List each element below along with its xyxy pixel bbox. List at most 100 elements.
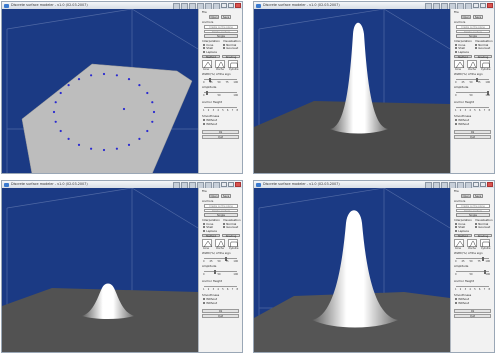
save-button[interactable]: Save (473, 15, 483, 19)
visual-radio[interactable] (223, 226, 226, 229)
single-button[interactable]: Single (204, 213, 238, 217)
3d-viewport[interactable] (254, 188, 450, 352)
anchor-point[interactable] (77, 143, 81, 146)
visual-radio[interactable] (223, 222, 226, 225)
visual-option[interactable]: Gouraud (475, 226, 490, 229)
visual-radio[interactable] (475, 47, 478, 50)
create-anchors-field[interactable]: Create on the plane (204, 25, 238, 29)
anchor-point[interactable] (67, 84, 70, 87)
anchor-point[interactable] (152, 110, 156, 114)
anchor-height-slider[interactable] (456, 286, 489, 287)
quit-button[interactable]: Quit (202, 314, 239, 318)
visual-radio[interactable] (223, 47, 226, 50)
create-anchors-field[interactable]: Create on the plane (204, 204, 238, 208)
method-tab[interactable]: Method (454, 55, 472, 59)
anchor-point[interactable] (77, 78, 81, 81)
delete-anchors-field[interactable]: Delete anchors (204, 29, 238, 33)
profile-cloche-option[interactable] (215, 59, 226, 68)
single-button[interactable]: Single (456, 34, 490, 38)
anchor-point[interactable] (52, 110, 56, 114)
profile-cone-option[interactable] (454, 59, 465, 68)
maximize-icon[interactable] (480, 182, 486, 187)
save-button[interactable]: Save (221, 15, 231, 19)
open-button[interactable]: Open (209, 15, 219, 19)
close-icon[interactable] (235, 182, 241, 187)
create-anchors-field[interactable]: Create on the plane (456, 25, 490, 29)
width-slider[interactable] (204, 256, 237, 261)
interp-radio[interactable] (203, 43, 206, 46)
anchor-height-slider[interactable] (204, 107, 237, 108)
width-slider[interactable] (456, 77, 489, 82)
method-tab[interactable]: Method (202, 55, 220, 59)
amplitude-slider[interactable] (456, 269, 489, 274)
profile-cylindre-option[interactable] (228, 59, 239, 68)
maximize-icon[interactable] (480, 3, 486, 8)
minimize-icon[interactable] (221, 182, 227, 187)
save-button[interactable]: Save (221, 194, 231, 198)
surface-plane[interactable] (21, 63, 193, 174)
delete-anchors-field[interactable]: Delete anchors (456, 29, 490, 33)
anchor-point[interactable] (90, 74, 93, 77)
shading-tab[interactable]: Shading (222, 55, 240, 59)
ok-button[interactable]: Ok (202, 309, 239, 313)
visual-radio[interactable] (475, 226, 478, 229)
3d-viewport[interactable] (254, 9, 450, 173)
3d-viewport[interactable] (2, 188, 198, 352)
smoothness-radio[interactable] (203, 298, 206, 301)
interp-option[interactable]: Laplace (455, 229, 469, 233)
anchor-point[interactable] (54, 101, 57, 104)
open-button[interactable]: Open (461, 194, 471, 198)
anchor-point[interactable] (122, 107, 126, 111)
visual-radio[interactable] (475, 43, 478, 46)
smoothness-option[interactable]: Without (203, 122, 217, 126)
width-slider[interactable] (456, 256, 489, 261)
smoothness-radio[interactable] (455, 298, 458, 301)
delete-anchors-field[interactable]: Delete anchors (204, 208, 238, 212)
amplitude-slider[interactable] (204, 269, 237, 274)
profile-cone-option[interactable] (202, 238, 213, 247)
interp-radio[interactable] (203, 222, 206, 225)
profile-cone-option[interactable] (202, 59, 213, 68)
profile-cloche-option[interactable] (467, 59, 478, 68)
interp-option[interactable]: Laplace (203, 50, 217, 54)
amplitude-slider[interactable] (456, 90, 490, 95)
ok-button[interactable]: Ok (454, 130, 491, 134)
create-anchors-field[interactable]: Create on the plane (456, 204, 490, 208)
3d-viewport[interactable] (2, 9, 198, 174)
quit-button[interactable]: Quit (454, 314, 491, 318)
visual-option[interactable]: Gouraud (223, 47, 238, 50)
interp-option[interactable]: Laplace (203, 229, 217, 233)
maximize-icon[interactable] (228, 182, 234, 187)
smoothness-radio[interactable] (203, 122, 206, 125)
interp-radio[interactable] (455, 222, 458, 225)
smoothness-radio[interactable] (455, 122, 458, 125)
interp-radio[interactable] (203, 50, 206, 53)
anchor-point[interactable] (59, 91, 62, 95)
shading-tab[interactable]: Shading (474, 234, 492, 238)
visual-radio[interactable] (223, 43, 226, 46)
maximize-icon[interactable] (228, 3, 234, 8)
smoothness-radio[interactable] (455, 301, 458, 304)
profile-cloche-option[interactable] (215, 238, 226, 247)
visual-radio[interactable] (475, 222, 478, 225)
amplitude-slider[interactable] (204, 90, 237, 95)
profile-cylindre-option[interactable] (228, 238, 239, 247)
anchor-point[interactable] (138, 84, 141, 87)
anchor-height-slider[interactable] (204, 286, 237, 287)
anchor-point[interactable] (90, 147, 93, 150)
interp-radio[interactable] (455, 43, 458, 46)
interp-radio[interactable] (455, 229, 458, 232)
anchor-point[interactable] (54, 120, 57, 123)
interp-radio[interactable] (455, 226, 458, 229)
open-button[interactable]: Open (209, 194, 219, 198)
close-icon[interactable] (487, 182, 493, 187)
ok-button[interactable]: Ok (202, 130, 239, 134)
minimize-icon[interactable] (473, 182, 479, 187)
anchor-point[interactable] (67, 137, 70, 140)
interp-radio[interactable] (203, 229, 206, 232)
shading-tab[interactable]: Shading (222, 234, 240, 238)
profile-cone-option[interactable] (454, 238, 465, 247)
interp-radio[interactable] (455, 47, 458, 50)
minimize-icon[interactable] (473, 3, 479, 8)
quit-button[interactable]: Quit (454, 135, 491, 139)
